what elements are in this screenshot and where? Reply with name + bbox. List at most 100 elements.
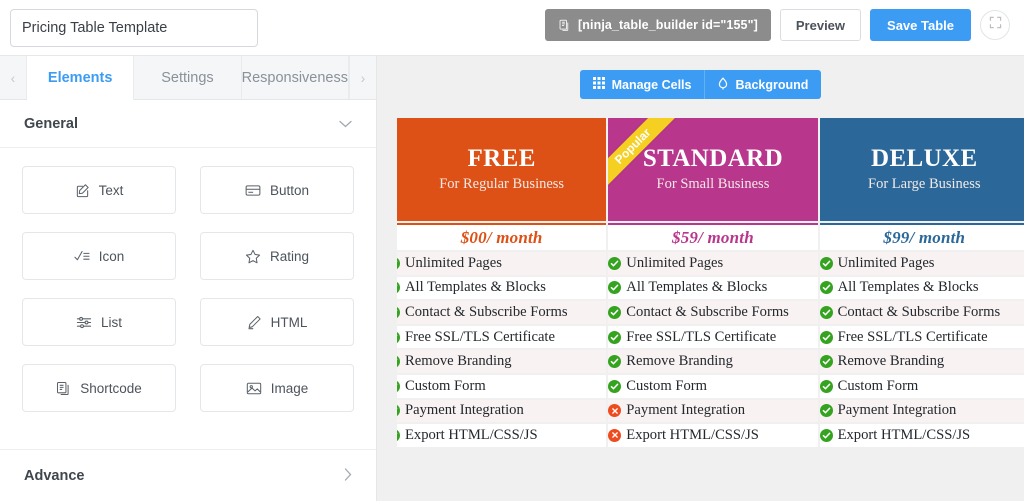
check-icon (397, 404, 400, 417)
feature-cell[interactable]: All Templates & Blocks (608, 277, 817, 300)
pricing-feature-row: Export HTML/CSS/JS Export HTML/CSS/JS Expo… (397, 424, 1024, 447)
canvas-area: Manage Cells Background (377, 56, 1024, 501)
feature-label: Remove Branding (838, 353, 945, 370)
plan-price-cell[interactable]: $59/ month (608, 223, 817, 250)
background-button[interactable]: Background (704, 70, 821, 99)
feature-label: Contact & Subscribe Forms (626, 304, 789, 321)
feature-cell[interactable]: Export HTML/CSS/JS (820, 424, 1024, 447)
check-icon (820, 404, 833, 417)
element-icon-button[interactable]: Icon (22, 232, 176, 280)
advance-section-header[interactable]: Advance (0, 449, 376, 501)
feature-cell[interactable]: Custom Form (397, 375, 606, 398)
element-button-button[interactable]: Button (200, 166, 354, 214)
feature-cell[interactable]: All Templates & Blocks (397, 277, 606, 300)
feature-label: Export HTML/CSS/JS (838, 427, 971, 444)
plan-price-cell[interactable]: $99/ month (820, 223, 1024, 250)
manage-cells-button[interactable]: Manage Cells (580, 70, 705, 99)
tab-elements[interactable]: Elements (27, 56, 134, 100)
image-icon (246, 381, 262, 396)
manage-cells-label: Manage Cells (612, 78, 692, 92)
pricing-header-row: FREEFor Regular BusinessPopularSTANDARDF… (397, 118, 1024, 221)
shortcode-chip[interactable]: [ninja_table_builder id="155"] (545, 9, 771, 41)
feature-label: Payment Integration (838, 402, 957, 419)
element-shortcode-button[interactable]: Shortcode (22, 364, 176, 412)
check-icon (397, 355, 400, 368)
canvas-tool-group: Manage Cells Background (580, 70, 822, 99)
tabs-prev-arrow[interactable]: ‹ (0, 56, 27, 99)
tabs-next-arrow[interactable]: › (349, 56, 376, 99)
workspace: ‹ Elements Settings Responsiveness › Gen… (0, 55, 1024, 501)
element-list-button[interactable]: List (22, 298, 176, 346)
feature-cell[interactable]: Free SSL/TLS Certificate (397, 326, 606, 349)
tab-responsiveness[interactable]: Responsiveness (242, 56, 349, 99)
check-icon (397, 429, 400, 442)
droplet-icon (718, 77, 728, 93)
pricing-table: FREEFor Regular BusinessPopularSTANDARDF… (395, 116, 1024, 449)
check-icon (608, 257, 621, 270)
save-table-button[interactable]: Save Table (870, 9, 971, 41)
check-icon (397, 331, 400, 344)
pricing-header-cell-standard[interactable]: PopularSTANDARDFor Small Business (608, 118, 817, 221)
pricing-table-grid: FREEFor Regular BusinessPopularSTANDARDF… (395, 116, 1024, 449)
feature-cell[interactable]: Custom Form (820, 375, 1024, 398)
advance-section-label: Advance (24, 468, 84, 484)
feature-cell[interactable]: Contact & Subscribe Forms (608, 301, 817, 324)
shortcode-icon (56, 381, 71, 396)
tab-settings[interactable]: Settings (134, 56, 241, 99)
element-image-button[interactable]: Image (200, 364, 354, 412)
feature-cell[interactable]: Unlimited Pages (608, 252, 817, 275)
top-bar: [ninja_table_builder id="155"] Preview S… (0, 0, 1024, 55)
check-icon (820, 257, 833, 270)
feature-cell[interactable]: Unlimited Pages (397, 252, 606, 275)
check-icon (820, 355, 833, 368)
feature-label: Remove Branding (405, 353, 512, 370)
feature-cell[interactable]: Free SSL/TLS Certificate (608, 326, 817, 349)
feature-label: Remove Branding (626, 353, 733, 370)
check-icon (608, 306, 621, 319)
popular-ribbon-label: Popular (608, 118, 679, 193)
feature-cell[interactable]: Payment Integration (397, 400, 606, 423)
feature-label: Unlimited Pages (626, 255, 723, 272)
pricing-header-cell-free[interactable]: FREEFor Regular Business (397, 118, 606, 221)
feature-cell[interactable]: Remove Branding (397, 350, 606, 373)
preview-label: Preview (796, 18, 845, 33)
cross-icon (608, 404, 621, 417)
feature-cell[interactable]: Contact & Subscribe Forms (820, 301, 1024, 324)
pricing-feature-row: Unlimited Pages Unlimited Pages Unlimited … (397, 252, 1024, 275)
shortcode-text: [ninja_table_builder id="155"] (578, 18, 758, 32)
chevron-right-icon (344, 468, 352, 484)
feature-cell[interactable]: Payment Integration (608, 400, 817, 423)
pricing-header-cell-deluxe[interactable]: DELUXEFor Large Business (820, 118, 1024, 221)
feature-cell[interactable]: Unlimited Pages (820, 252, 1024, 275)
feature-cell[interactable]: Remove Branding (608, 350, 817, 373)
table-title-input[interactable] (10, 9, 258, 47)
check-icon (397, 281, 400, 294)
element-text-button[interactable]: Text (22, 166, 176, 214)
feature-cell[interactable]: Contact & Subscribe Forms (397, 301, 606, 324)
element-icon-label: Icon (99, 249, 125, 264)
plan-subtitle: For Regular Business (397, 176, 606, 193)
feature-cell[interactable]: Export HTML/CSS/JS (608, 424, 817, 447)
grid-icon (593, 77, 605, 92)
element-rating-button[interactable]: Rating (200, 232, 354, 280)
general-section-label: General (24, 116, 78, 132)
feature-cell[interactable]: Export HTML/CSS/JS (397, 424, 606, 447)
tab-responsiveness-label: Responsiveness (242, 70, 348, 86)
feature-cell[interactable]: Custom Form (608, 375, 817, 398)
general-section-header[interactable]: General (0, 100, 376, 148)
fullscreen-button[interactable] (980, 10, 1010, 40)
list-icon (76, 315, 92, 330)
feature-cell[interactable]: All Templates & Blocks (820, 277, 1024, 300)
feature-cell[interactable]: Free SSL/TLS Certificate (820, 326, 1024, 349)
feature-cell[interactable]: Payment Integration (820, 400, 1024, 423)
feature-label: Free SSL/TLS Certificate (405, 329, 555, 346)
icon-glyph-icon (74, 249, 90, 263)
plan-price-cell[interactable]: $00/ month (397, 223, 606, 250)
preview-button[interactable]: Preview (780, 9, 861, 41)
feature-label: All Templates & Blocks (838, 279, 979, 296)
feature-cell[interactable]: Remove Branding (820, 350, 1024, 373)
element-html-button[interactable]: HTML (200, 298, 354, 346)
feature-label: Export HTML/CSS/JS (405, 427, 538, 444)
feature-label: Payment Integration (405, 402, 524, 419)
feature-label: Unlimited Pages (405, 255, 502, 272)
